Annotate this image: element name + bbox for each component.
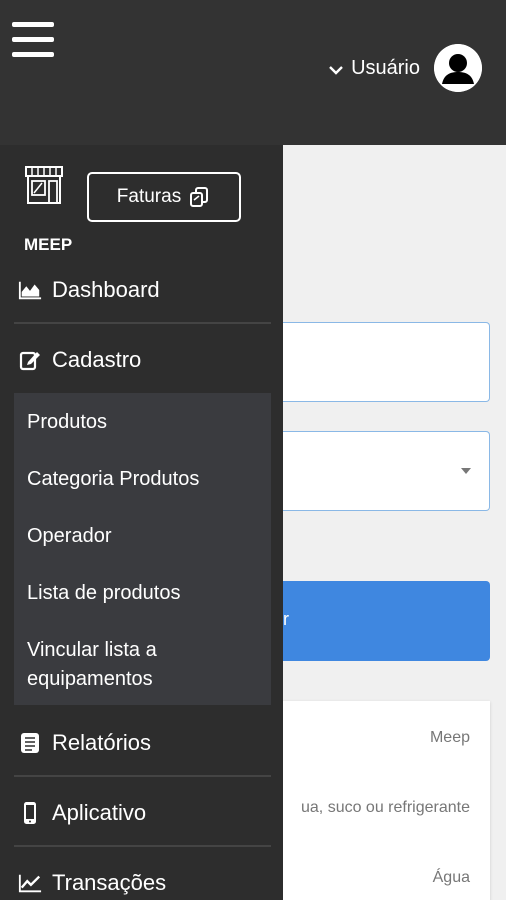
brand: MEEP (22, 163, 72, 254)
edit-icon (18, 348, 42, 372)
user-label: Usuário (351, 56, 420, 79)
card-line-2: ua, suco ou refrigerante (301, 799, 470, 816)
line-chart-icon (18, 871, 42, 895)
nav-item-label: Transações (52, 870, 167, 895)
cadastro-submenu: Produtos Categoria Produtos Operador Lis… (14, 393, 271, 705)
caret-down-icon (461, 468, 471, 474)
main-content: r Meep ua, suco ou refrigerante Água (283, 145, 506, 900)
divider (14, 322, 271, 324)
primary-button-label: r (283, 609, 289, 629)
nav-item-cadastro[interactable]: Cadastro (14, 326, 271, 394)
store-logo-icon (25, 166, 63, 204)
text-input[interactable] (283, 322, 490, 402)
faturas-label: Faturas (116, 186, 182, 207)
card-line-3: Água (432, 869, 470, 886)
mobile-icon (18, 801, 42, 825)
select-field[interactable] (283, 431, 490, 511)
avatar-icon[interactable] (434, 44, 482, 92)
divider (14, 775, 271, 777)
nav-item-dashboard[interactable]: Dashboard (14, 256, 271, 324)
submenu-item-produtos[interactable]: Produtos (27, 407, 107, 437)
nav-item-label: Cadastro (52, 347, 142, 372)
nav-item-aplicativo[interactable]: Aplicativo (14, 779, 271, 847)
submenu-item-vincular-lista[interactable]: Vincular lista a (27, 635, 157, 665)
brand-name: MEEP (24, 235, 73, 254)
card-line-1: Meep (429, 729, 470, 746)
hamburger-menu-icon[interactable] (12, 22, 54, 60)
chevron-down-icon (329, 66, 343, 75)
nav-item-label: Aplicativo (52, 800, 147, 825)
submenu-item-operador[interactable]: Operador (27, 521, 112, 551)
top-bar: Usuário (0, 0, 506, 145)
nav-item-label: Dashboard (52, 277, 160, 302)
faturas-button[interactable]: Faturas (87, 172, 241, 222)
side-drawer: MEEP Faturas Dashboard Cadastro Produtos… (0, 145, 283, 900)
nav-item-label: Relatórios (52, 730, 152, 755)
submenu-item-lista-de-produtos[interactable]: Lista de produtos (27, 578, 180, 608)
copy-icon (190, 187, 209, 207)
info-card: Meep ua, suco ou refrigerante Água (283, 701, 490, 900)
divider (14, 845, 271, 847)
primary-button[interactable]: r (283, 581, 490, 661)
nav-item-transacoes[interactable]: Transações (14, 849, 271, 900)
area-chart-icon (18, 278, 42, 302)
user-menu[interactable]: Usuário (327, 44, 482, 92)
list-icon (18, 731, 42, 755)
submenu-item-categoria-produtos[interactable]: Categoria Produtos (27, 464, 199, 494)
nav-item-relatorios[interactable]: Relatórios (14, 709, 271, 777)
submenu-item-vincular-lista-line2[interactable]: equipamentos (27, 664, 153, 694)
